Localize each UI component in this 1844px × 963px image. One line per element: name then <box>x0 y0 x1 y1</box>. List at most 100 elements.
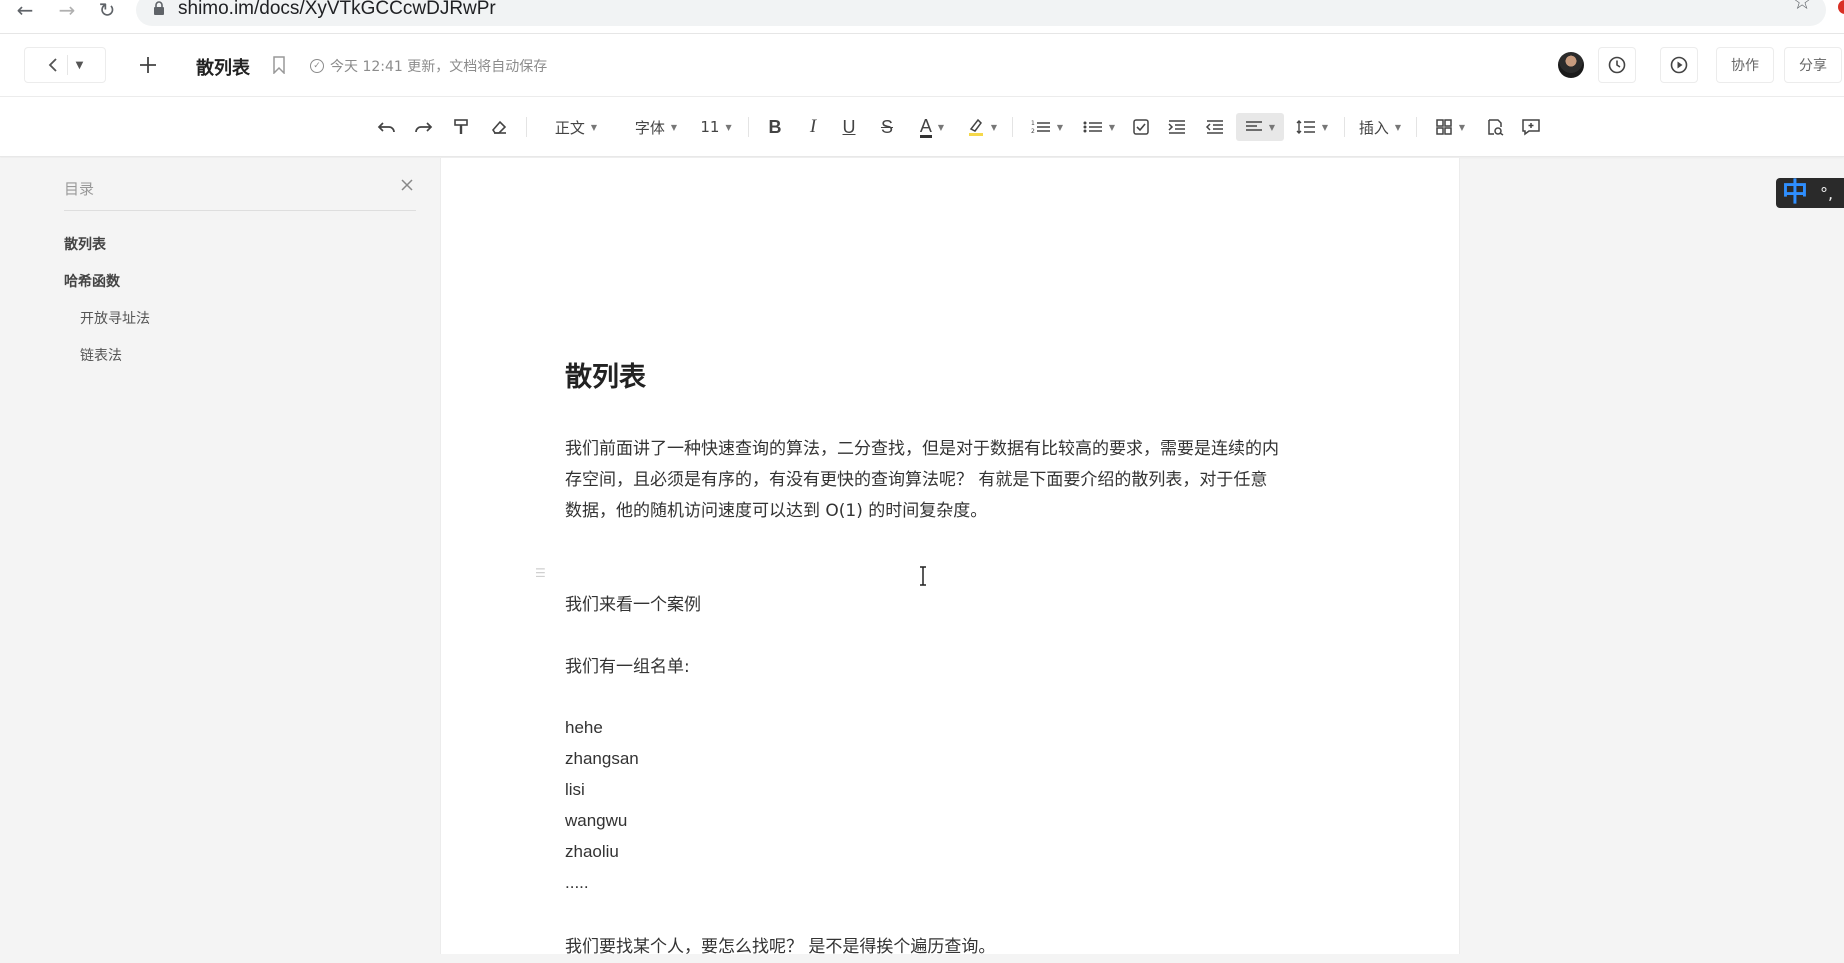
chevron-left-icon[interactable] <box>47 57 59 73</box>
doc-title[interactable]: 散列表 <box>196 54 250 80</box>
insert-label: 插入 <box>1358 118 1389 137</box>
indent-decrease-icon[interactable] <box>1202 113 1228 141</box>
ime-punct: °, <box>1820 183 1834 203</box>
history-button[interactable] <box>1598 47 1636 83</box>
paragraph-intro[interactable]: 我们前面讲了一种快速查询的算法，二分查找，但是对于数据有比较高的要求，需要是连续… <box>565 434 1345 527</box>
insert-dropdown[interactable]: 插入 ▼ <box>1356 113 1404 141</box>
caret-down-icon: ▼ <box>1056 122 1064 132</box>
bullet-list-dropdown[interactable]: ▼ <box>1078 113 1120 141</box>
url-bar[interactable]: shimo.im/docs/XyVTkGCCcwDJRwPr ☆ <box>136 0 1826 26</box>
document-page[interactable]: 散列表 我们前面讲了一种快速查询的算法，二分查找，但是对于数据有比较高的要求，需… <box>440 158 1460 957</box>
layout-dropdown[interactable]: ▼ <box>1430 113 1470 141</box>
avatar[interactable] <box>1558 52 1584 78</box>
forward-arrow-icon[interactable]: → <box>54 0 80 22</box>
font-family-dropdown[interactable]: 字体 ▼ <box>626 113 686 141</box>
present-button[interactable] <box>1660 47 1698 83</box>
add-comment-icon[interactable] <box>1518 113 1544 141</box>
font-family-label: 字体 <box>634 118 665 137</box>
caret-down-icon: ▼ <box>670 122 678 132</box>
profile-avatar-icon[interactable] <box>1838 0 1844 14</box>
outline-title: 目录 <box>64 180 95 198</box>
outline-item-open-addressing[interactable]: 开放寻址法 <box>80 308 150 328</box>
redo-icon[interactable] <box>410 113 436 141</box>
grid-icon <box>1436 119 1452 135</box>
paragraph-example[interactable]: 我们来看一个案例 <box>565 590 1345 621</box>
caret-down-icon: ▼ <box>1394 122 1402 132</box>
undo-icon[interactable] <box>374 113 400 141</box>
outline-divider <box>64 210 416 211</box>
list-item[interactable]: lisi <box>565 780 585 800</box>
paragraph-drag-handle-icon[interactable]: ☰ <box>535 566 546 580</box>
caret-down-icon: ▼ <box>1458 122 1466 132</box>
toolbar-divider <box>748 117 749 137</box>
font-size-label: 11 <box>700 118 720 136</box>
browser-address-bar: ← → ↻ shimo.im/docs/XyVTkGCCcwDJRwPr ☆ <box>0 0 1844 34</box>
caret-down-icon: ▼ <box>1268 122 1276 132</box>
toolbar-divider <box>1012 117 1013 137</box>
paragraph-name-list[interactable]: 我们有一组名单: <box>565 652 1345 683</box>
check-circle-icon: ✓ <box>310 59 324 73</box>
eraser-icon[interactable] <box>486 113 512 141</box>
save-status: ✓ 今天 12:41 更新，文档将自动保存 <box>310 56 547 76</box>
highlight-dropdown[interactable]: ▼ <box>962 113 1002 141</box>
font-size-dropdown[interactable]: 11 ▼ <box>698 113 734 141</box>
svg-text:2: 2 <box>1031 128 1035 135</box>
bookmark-icon[interactable] <box>272 56 286 74</box>
doc-header: ▼ 散列表 ✓ 今天 12:41 更新，文档将自动保存 协作 分享 <box>0 34 1844 97</box>
toolbar-divider <box>526 117 527 137</box>
text-cursor-icon <box>920 566 926 586</box>
paragraph-line: 数据，他的随机访问速度可以达到 O(1) 的时间复杂度。 <box>565 501 988 521</box>
ordered-list-dropdown[interactable]: 1 2 ▼ <box>1026 113 1068 141</box>
close-icon[interactable] <box>398 176 416 194</box>
paragraph-search[interactable]: 我们要找某个人，要怎么找呢？ 是不是得挨个遍历查询。 <box>565 932 1345 963</box>
caret-down-icon[interactable]: ▼ <box>76 60 84 71</box>
lock-icon <box>154 1 164 15</box>
outline-item-hash-function[interactable]: 哈希函数 <box>64 271 120 291</box>
strikethrough-icon[interactable]: S <box>874 113 900 141</box>
indent-increase-icon[interactable] <box>1164 113 1190 141</box>
outline-sidebar: 目录 散列表 哈希函数 开放寻址法 链表法 <box>0 158 440 954</box>
find-in-doc-icon[interactable] <box>1482 113 1508 141</box>
bullet-list-icon <box>1083 121 1102 133</box>
text-color-dropdown[interactable]: A ▼ <box>912 113 952 141</box>
list-item[interactable]: wangwu <box>565 811 627 831</box>
list-item[interactable]: zhangsan <box>565 749 639 769</box>
back-arrow-icon[interactable]: ← <box>12 0 38 22</box>
toolbar-divider <box>1344 117 1345 137</box>
bookmark-star-icon[interactable]: ☆ <box>1792 0 1812 15</box>
back-menu-group[interactable]: ▼ <box>24 47 106 83</box>
align-dropdown[interactable]: ▼ <box>1236 113 1284 141</box>
doc-heading[interactable]: 散列表 <box>565 355 646 394</box>
text-color-icon: A <box>919 115 932 138</box>
italic-icon[interactable]: I <box>800 113 826 141</box>
underline-icon[interactable]: U <box>836 113 862 141</box>
format-painter-icon[interactable] <box>448 113 474 141</box>
list-item[interactable]: zhaoliu <box>565 842 619 862</box>
caret-down-icon: ▼ <box>990 122 998 132</box>
list-item[interactable]: hehe <box>565 718 603 738</box>
share-button[interactable]: 分享 <box>1784 47 1842 83</box>
outline-item-hash-table[interactable]: 散列表 <box>64 234 106 254</box>
collab-button[interactable]: 协作 <box>1716 47 1774 83</box>
list-item[interactable]: ..... <box>565 873 589 893</box>
line-spacing-icon <box>1296 120 1315 134</box>
bold-icon[interactable]: B <box>762 113 788 141</box>
new-doc-button[interactable] <box>128 47 168 83</box>
svg-text:1: 1 <box>1031 120 1035 127</box>
outline-item-chaining[interactable]: 链表法 <box>80 345 122 365</box>
ordered-list-icon: 12 <box>1031 120 1050 135</box>
ime-indicator[interactable]: 中 °, <box>1776 178 1844 208</box>
checklist-icon[interactable] <box>1128 113 1154 141</box>
paragraph-line: 我们前面讲了一种快速查询的算法，二分查找，但是对于数据有比较高的要求，需要是连续… <box>565 439 1279 459</box>
line-spacing-dropdown[interactable]: ▼ <box>1292 113 1332 141</box>
reload-icon[interactable]: ↻ <box>94 0 120 22</box>
align-left-icon <box>1245 121 1262 131</box>
toolbar-divider <box>1416 117 1417 137</box>
ime-mode: 中 <box>1782 178 1809 208</box>
history-icon <box>1608 56 1626 74</box>
paragraph-style-dropdown[interactable]: 正文 ▼ <box>546 113 606 141</box>
paragraph-line: 存空间，且必须是有序的，有没有更快的查询算法呢？ 有就是下面要介绍的散列表，对于… <box>565 470 1268 490</box>
format-toolbar: 正文 ▼ 字体 ▼ 11 ▼ B I U S A ▼ ▼ 1 2 ▼ ▼ ▼ ▼ 插入 ▼ ▼ <box>0 97 1844 157</box>
play-circle-icon <box>1670 56 1688 74</box>
plus-icon <box>140 57 156 73</box>
